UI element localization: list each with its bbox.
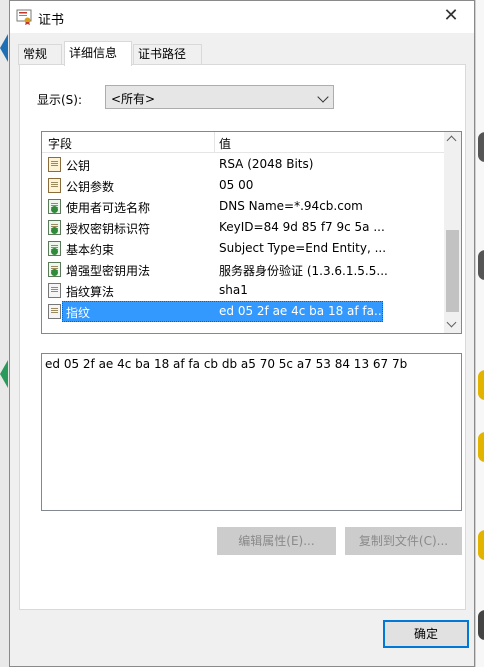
list-item[interactable]: 授权密钥标识符 KeyID=84 9d 85 f7 9c 5a ... [42, 217, 444, 238]
background-app-icon-2 [0, 360, 8, 388]
desktop-icon [478, 370, 484, 400]
field-value: 05 00 [219, 178, 254, 192]
desktop-icon [478, 610, 484, 640]
title-bar[interactable]: 证书 ✕ [10, 1, 474, 33]
field-name: 授权密钥标识符 [66, 222, 151, 236]
certificate-field-icon [48, 178, 61, 193]
field-value: 服务器身份验证 (1.3.6.1.5.5... [219, 264, 388, 278]
field-name: 指纹 [66, 306, 91, 320]
list-item[interactable]: 公钥参数 05 00 [42, 175, 444, 196]
window-title: 证书 [38, 13, 65, 28]
field-value: sha1 [219, 283, 248, 297]
details-panel: 显示(S): <所有> 字段 值 公钥 RSA (2048 Bits) 公钥参数… [19, 64, 466, 610]
list-item-selected[interactable]: 指纹 ed 05 2f ae 4c ba 18 af fa... [42, 301, 444, 322]
list-item[interactable]: 公钥 RSA (2048 Bits) [42, 154, 444, 175]
certificate-dialog: 证书 ✕ 常规 详细信息 证书路径 显示(S): <所有> 字段 值 公钥 RS… [9, 0, 475, 667]
show-dropdown[interactable]: <所有> [105, 85, 334, 109]
tab-certification-path[interactable]: 证书路径 [133, 44, 202, 65]
copy-to-file-button[interactable]: 复制到文件(C)... [345, 527, 462, 555]
list-item[interactable]: 指纹算法 sha1 [42, 280, 444, 301]
column-header-value[interactable]: 值 [219, 135, 231, 152]
scroll-down-icon[interactable] [446, 317, 457, 328]
certificate-field-icon [48, 157, 61, 172]
field-value: ed 05 2f ae 4c ba 18 af fa... [219, 304, 386, 318]
field-name: 增强型密钥用法 [66, 264, 151, 278]
field-value: DNS Name=*.94cb.com [219, 199, 363, 213]
field-value: KeyID=84 9d 85 f7 9c 5a ... [219, 220, 385, 234]
extension-icon [48, 220, 61, 235]
edit-properties-button[interactable]: 编辑属性(E)... [217, 527, 336, 555]
tab-general[interactable]: 常规 [18, 44, 62, 65]
property-icon [48, 283, 61, 298]
detail-text: ed 05 2f ae 4c ba 18 af fa cb db a5 70 5… [45, 357, 408, 371]
list-item[interactable]: 使用者可选名称 DNS Name=*.94cb.com [42, 196, 444, 217]
background-app-icon [0, 34, 8, 62]
field-name: 基本约束 [66, 243, 115, 257]
field-name: 使用者可选名称 [66, 201, 151, 215]
column-divider[interactable] [214, 132, 215, 153]
desktop-icon [478, 530, 484, 560]
extension-icon [48, 241, 61, 256]
property-icon [48, 304, 61, 319]
list-item[interactable]: 增强型密钥用法 服务器身份验证 (1.3.6.1.5.5... [42, 259, 444, 280]
desktop-edge [475, 0, 484, 667]
background-window-edge [0, 0, 9, 667]
extension-icon [48, 262, 61, 277]
scroll-up-icon[interactable] [446, 135, 457, 146]
field-name: 指纹算法 [66, 285, 115, 299]
fields-list[interactable]: 字段 值 公钥 RSA (2048 Bits) 公钥参数 05 00 使用者可选… [41, 131, 462, 334]
chevron-down-icon [317, 91, 329, 103]
field-name: 公钥参数 [66, 180, 115, 194]
value-detail-box[interactable]: ed 05 2f ae 4c ba 18 af fa cb db a5 70 5… [41, 353, 462, 511]
desktop-icon [478, 250, 484, 280]
scroll-thumb[interactable] [446, 230, 459, 312]
desktop-icon [478, 132, 484, 162]
certificate-icon [16, 9, 32, 25]
show-dropdown-value: <所有> [111, 92, 156, 106]
field-value: RSA (2048 Bits) [219, 157, 314, 171]
ok-button[interactable]: 确定 [383, 620, 469, 648]
list-scrollbar[interactable] [444, 132, 461, 333]
desktop-icon [478, 432, 484, 462]
list-item[interactable]: 基本约束 Subject Type=End Entity, ... [42, 238, 444, 259]
tab-details[interactable]: 详细信息 [64, 41, 132, 66]
field-value: Subject Type=End Entity, ... [219, 241, 387, 255]
list-header: 字段 值 [42, 132, 444, 153]
field-name: 公钥 [66, 159, 91, 173]
column-header-field[interactable]: 字段 [48, 135, 72, 152]
close-button[interactable]: ✕ [428, 1, 474, 33]
extension-icon [48, 199, 61, 214]
show-label: 显示(S): [37, 93, 83, 107]
